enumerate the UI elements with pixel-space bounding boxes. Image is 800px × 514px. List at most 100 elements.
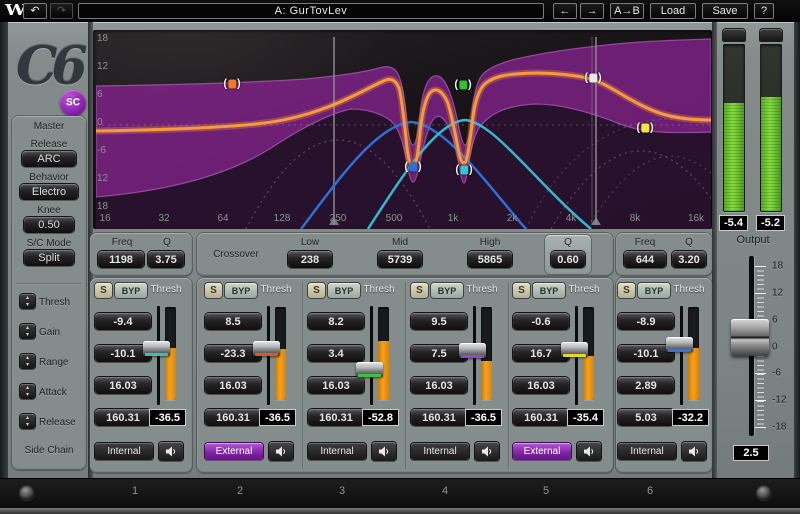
gain-value[interactable]: 8.5: [205, 313, 261, 330]
gain-value[interactable]: 9.5: [411, 313, 467, 330]
gain-value[interactable]: -9.4: [95, 313, 151, 330]
bypass-button[interactable]: BYP: [115, 283, 147, 298]
sidechain-source-button[interactable]: Internal: [95, 443, 153, 460]
next-preset-button[interactable]: →: [580, 3, 604, 19]
threshold-value[interactable]: -35.4: [567, 409, 604, 426]
band-handle-blue[interactable]: (): [404, 161, 421, 172]
range-link-stepper[interactable]: ▴ ▾: [20, 354, 35, 369]
bypass-button[interactable]: BYP: [533, 283, 565, 298]
selected-q-value[interactable]: 0.60: [551, 251, 585, 268]
band-handle-orange[interactable]: (): [223, 78, 240, 89]
monitor-speaker-button[interactable]: [372, 442, 396, 461]
threshold-value[interactable]: -36.5: [465, 409, 502, 426]
threshold-slider-thumb[interactable]: [143, 341, 170, 356]
release-label: Release: [30, 139, 68, 150]
release-value[interactable]: 5.03: [618, 409, 674, 426]
solo-button[interactable]: S: [513, 283, 530, 298]
solo-button[interactable]: S: [308, 283, 325, 298]
solo-button[interactable]: S: [205, 283, 222, 298]
thresh-label: Thresh: [568, 284, 600, 295]
band-handle-silver[interactable]: (): [584, 72, 601, 83]
bypass-button[interactable]: BYP: [328, 283, 360, 298]
bypass-button[interactable]: BYP: [225, 283, 257, 298]
release-link-stepper[interactable]: ▴ ▾: [20, 414, 35, 429]
release-value[interactable]: 160.31: [95, 409, 151, 426]
ab-compare-button[interactable]: A→B: [610, 3, 644, 19]
output-scale-label: 6: [772, 314, 778, 326]
monitor-speaker-button[interactable]: [159, 442, 183, 461]
sidechain-source-button[interactable]: External: [513, 443, 571, 460]
monitor-speaker-button[interactable]: [269, 442, 293, 461]
band-handle-cyan[interactable]: (): [455, 164, 472, 175]
solo-button[interactable]: S: [411, 283, 428, 298]
peak-value-right[interactable]: -5.2: [756, 215, 785, 231]
peak-value-left[interactable]: -5.4: [719, 215, 748, 231]
threshold-value[interactable]: -36.5: [149, 409, 186, 426]
left-edge: [0, 22, 8, 478]
monitor-speaker-button[interactable]: [682, 442, 706, 461]
band6-q-value[interactable]: 3.20: [672, 251, 706, 268]
attack-value[interactable]: 2.89: [618, 377, 674, 394]
load-button[interactable]: Load: [650, 3, 696, 19]
bypass-button[interactable]: BYP: [431, 283, 463, 298]
band5-freq-value[interactable]: 1198: [98, 251, 144, 268]
behavior-mode-button[interactable]: Electro: [20, 184, 78, 200]
high-crossover-value[interactable]: 5865: [468, 251, 512, 268]
output-gain-value[interactable]: 2.5: [733, 445, 769, 461]
clip-indicator-left[interactable]: [723, 29, 745, 41]
knee-value-button[interactable]: 0.50: [24, 217, 74, 233]
help-button[interactable]: ?: [754, 3, 774, 19]
attack-value[interactable]: 16.03: [513, 377, 569, 394]
attack-value[interactable]: 16.03: [308, 377, 364, 394]
save-button[interactable]: Save: [702, 3, 748, 19]
attack-value[interactable]: 16.03: [205, 377, 261, 394]
undo-button[interactable]: ↶: [23, 3, 47, 19]
release-value[interactable]: 160.31: [205, 409, 261, 426]
release-mode-button[interactable]: ARC: [22, 151, 76, 167]
threshold-value[interactable]: -36.5: [259, 409, 296, 426]
sc-mode-button[interactable]: Split: [24, 250, 74, 266]
threshold-slider-thumb[interactable]: [356, 362, 383, 377]
band-handle-yellow[interactable]: (): [636, 122, 653, 133]
release-value[interactable]: 160.31: [411, 409, 467, 426]
band-handle-green[interactable]: (): [454, 79, 471, 90]
low-crossover-value[interactable]: 238: [288, 251, 332, 268]
mid-crossover-value[interactable]: 5739: [378, 251, 422, 268]
band6-freq-value[interactable]: 644: [624, 251, 666, 268]
threshold-slider-thumb[interactable]: [561, 342, 588, 357]
threshold-value[interactable]: -32.2: [672, 409, 709, 426]
threshold-slider-thumb[interactable]: [253, 341, 280, 356]
clip-indicator-right[interactable]: [760, 29, 782, 41]
output-fader-thumb[interactable]: [731, 319, 769, 356]
sidechain-source-button[interactable]: Internal: [618, 443, 676, 460]
gain-value[interactable]: 8.2: [308, 313, 364, 330]
preset-name-display[interactable]: A: GurTovLev: [78, 3, 544, 19]
range-value[interactable]: 3.4: [308, 345, 364, 362]
threshold-slider-track[interactable]: [370, 306, 373, 405]
bypass-button[interactable]: BYP: [638, 283, 670, 298]
monitor-speaker-button[interactable]: [577, 442, 601, 461]
c6-plugin-window: W ↶ ↷ A: GurTovLev ← → A→B Load Save ? C…: [0, 0, 800, 514]
attack-value[interactable]: 16.03: [411, 377, 467, 394]
gain-value[interactable]: -8.9: [618, 313, 674, 330]
gain-link-stepper[interactable]: ▴ ▾: [20, 324, 35, 339]
attack-link-stepper[interactable]: ▴ ▾: [20, 384, 35, 399]
monitor-speaker-button[interactable]: [475, 442, 499, 461]
prev-preset-button[interactable]: ←: [553, 3, 577, 19]
release-value[interactable]: 160.31: [513, 409, 569, 426]
sidechain-source-button[interactable]: External: [205, 443, 263, 460]
attack-value[interactable]: 16.03: [95, 377, 151, 394]
band5-q-value[interactable]: 3.75: [148, 251, 184, 268]
threshold-slider-thumb[interactable]: [459, 343, 486, 358]
release-value[interactable]: 160.31: [308, 409, 364, 426]
threshold-slider-track[interactable]: [680, 306, 683, 405]
threshold-slider-thumb[interactable]: [666, 337, 693, 352]
solo-button[interactable]: S: [618, 283, 635, 298]
threshold-value[interactable]: -52.8: [362, 409, 399, 426]
sidechain-source-button[interactable]: Internal: [308, 443, 366, 460]
solo-button[interactable]: S: [95, 283, 112, 298]
gain-value[interactable]: -0.6: [513, 313, 569, 330]
sidechain-source-button[interactable]: Internal: [411, 443, 469, 460]
redo-button[interactable]: ↷: [50, 3, 73, 19]
thresh-link-stepper[interactable]: ▴ ▾: [20, 294, 35, 309]
